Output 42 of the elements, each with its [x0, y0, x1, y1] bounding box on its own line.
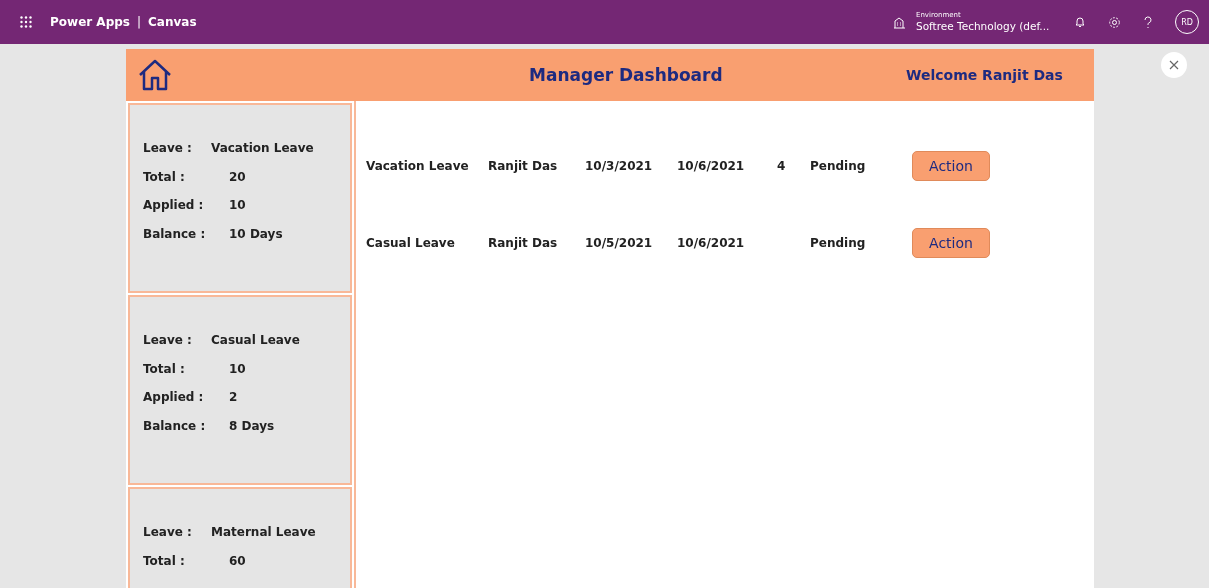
field-value: 10 Days: [229, 226, 283, 241]
field-value: 2: [229, 390, 238, 405]
field-value: 10: [229, 361, 246, 376]
field-label: Applied :: [143, 198, 205, 213]
request-cell-text: Pending: [810, 158, 867, 173]
home-icon[interactable]: [138, 59, 172, 91]
app-name[interactable]: Power Apps: [50, 15, 130, 29]
field-label: Applied :: [143, 390, 205, 405]
action-button[interactable]: Action: [912, 227, 990, 258]
field-value: Casual Leave: [211, 333, 300, 348]
field-value: 20: [229, 169, 246, 184]
request-cell-text: Casual Leave: [366, 235, 456, 250]
action-button[interactable]: Action: [912, 150, 990, 181]
separator: |: [136, 15, 141, 29]
field-label: Balance :: [143, 226, 207, 241]
help-icon[interactable]: [1143, 15, 1153, 29]
request-cell-text: Ranjit Das: [488, 235, 559, 250]
request-cell-text: 4: [777, 158, 787, 173]
field-label: Total :: [143, 169, 186, 184]
building-icon: [893, 15, 906, 29]
request-cell-text: 10/5/2021: [585, 235, 654, 250]
field-label: Total :: [143, 553, 186, 568]
field-value: Vacation Leave: [211, 141, 314, 156]
close-icon[interactable]: [1161, 52, 1187, 78]
field-value: Maternal Leave: [211, 525, 316, 540]
request-cell-text: 10/6/2021: [677, 158, 746, 173]
welcome-text: Welcome Ranjit Das: [906, 67, 1063, 83]
request-cell-text: 10/3/2021: [585, 158, 654, 173]
request-cell-text: Vacation Leave: [366, 158, 470, 173]
request-cell-text: Pending: [810, 235, 867, 250]
field-value: 8 Days: [229, 418, 275, 433]
product-name: Canvas: [148, 15, 197, 29]
bell-icon[interactable]: [1074, 16, 1086, 28]
dashboard-title: Manager Dashboard: [529, 65, 724, 85]
field-label: Balance :: [143, 418, 207, 433]
request-cell-text: 10/6/2021: [677, 235, 746, 250]
field-value: 60: [229, 553, 246, 568]
field-value: 10: [229, 198, 246, 213]
settings-icon[interactable]: [1108, 15, 1121, 29]
app-launcher-icon[interactable]: [20, 16, 32, 28]
request-cell-text: Ranjit Das: [488, 158, 559, 173]
field-label: Total :: [143, 361, 186, 376]
